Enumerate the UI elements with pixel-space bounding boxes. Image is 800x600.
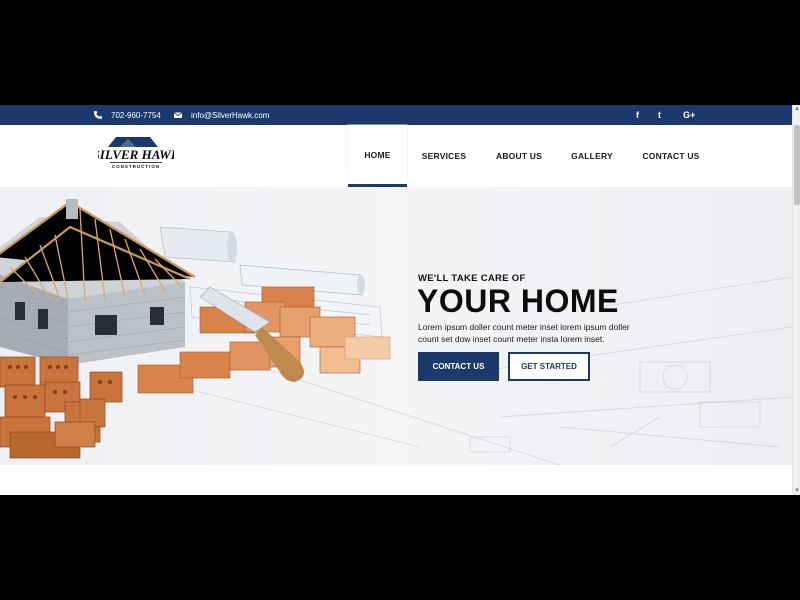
contact-us-button[interactable]: CONTACT US <box>418 352 499 381</box>
top-contact-bar: 702-960-7754 info@SilverHawk.com f t G+ <box>0 105 792 125</box>
site-header: SILVER HAWK CONSTRUCTION HOME SERVICES A… <box>0 125 792 187</box>
nav-home[interactable]: HOME <box>348 125 407 187</box>
hero-banner: WE'LL TAKE CARE OF YOUR HOME Lorem ipsum… <box>0 187 792 465</box>
facebook-icon[interactable]: f <box>636 105 639 125</box>
phone-number: 702-960-7754 <box>111 110 161 120</box>
google-plus-icon[interactable]: G+ <box>683 105 695 125</box>
email-address: info@SilverHawk.com <box>191 110 270 120</box>
logo-mark: SILVER HAWK CONSTRUCTION <box>93 137 181 169</box>
logo-text: SILVER HAWK <box>98 147 174 162</box>
hero-headline: YOUR HOME <box>417 283 619 319</box>
twitter-icon[interactable]: t <box>658 105 661 125</box>
hero-description: Lorem ipsum doller count meter inset lor… <box>418 322 630 344</box>
silver-hawk-logo[interactable]: SILVER HAWK CONSTRUCTION <box>93 133 181 173</box>
scroll-down-arrow-icon[interactable]: ▼ <box>793 487 800 495</box>
phone-contact[interactable]: 702-960-7754 <box>93 105 161 125</box>
page-scrollbar[interactable]: ▲ ▼ <box>792 105 800 495</box>
email-contact[interactable]: info@SilverHawk.com <box>173 105 269 125</box>
nav-about-us[interactable]: ABOUT US <box>487 125 551 187</box>
get-started-button[interactable]: GET STARTED <box>508 352 590 381</box>
logo-subtext: CONSTRUCTION <box>112 164 160 169</box>
hero-construction-image <box>0 199 792 465</box>
nav-gallery[interactable]: GALLERY <box>562 125 622 187</box>
nav-services[interactable]: SERVICES <box>414 125 474 187</box>
envelope-icon <box>173 112 183 118</box>
scroll-up-arrow-icon[interactable]: ▲ <box>793 105 800 113</box>
phone-icon <box>94 111 102 119</box>
browser-viewport: 702-960-7754 info@SilverHawk.com f t G+ … <box>0 105 800 495</box>
nav-contact-us[interactable]: CONTACT US <box>634 125 708 187</box>
scroll-thumb[interactable] <box>794 125 800 205</box>
